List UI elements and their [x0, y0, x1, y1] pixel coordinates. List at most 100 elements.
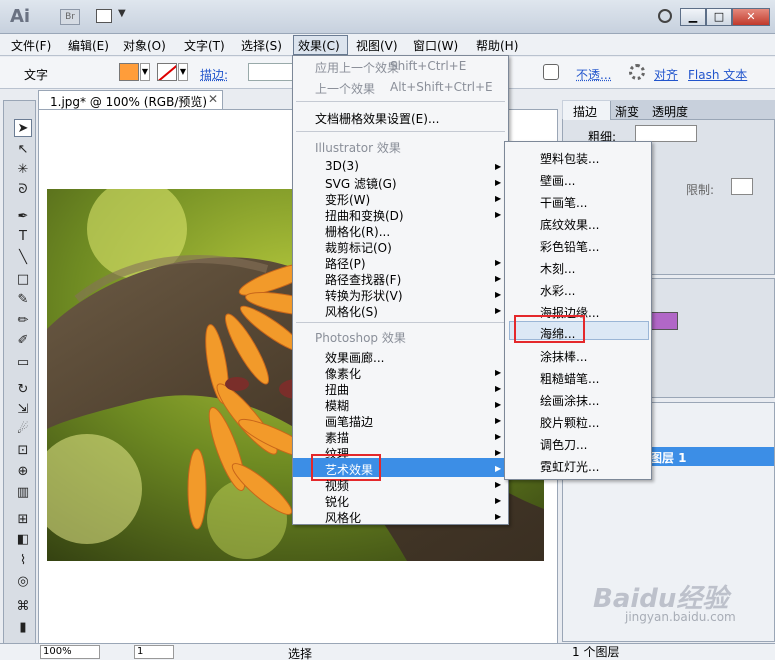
fill-color-swatch[interactable] — [119, 63, 139, 81]
submenu-palette-knife[interactable]: 调色刀... — [540, 436, 587, 453]
graph-tool-icon[interactable]: ▥ — [14, 484, 32, 502]
submenu-plastic-wrap[interactable]: 塑料包装... — [540, 150, 599, 167]
eyedropper-tool-icon[interactable]: ⌇ — [14, 552, 32, 570]
menu-help[interactable]: 帮助(H) — [476, 37, 518, 54]
submenu-underpainting[interactable]: 底纹效果... — [540, 216, 599, 233]
app-logo: Ai — [10, 6, 31, 27]
fill-dropdown[interactable]: ▼ — [140, 63, 150, 81]
menu-raster-settings[interactable]: 文档栅格效果设置(E)... — [315, 110, 439, 127]
free-transform-tool-icon[interactable]: ⊡ — [14, 442, 32, 460]
menu-select[interactable]: 选择(S) — [241, 37, 282, 54]
zoom-select[interactable]: 100% — [40, 645, 100, 659]
warp-tool-icon[interactable]: ☄ — [14, 421, 32, 439]
submenu-smudge-stick[interactable]: 涂抹棒... — [540, 348, 587, 365]
submenu-neon-glow[interactable]: 霓虹灯光... — [540, 458, 599, 475]
menu-crop-marks[interactable]: 裁剪标记(O) — [325, 239, 392, 256]
close-button[interactable]: ✕ — [732, 8, 770, 26]
weight-input[interactable] — [635, 125, 697, 142]
submenu-film-grain[interactable]: 胶片颗粒... — [540, 414, 599, 431]
flash-text-link[interactable]: Flash 文本 — [688, 66, 747, 83]
stroke-weight-input[interactable] — [248, 63, 294, 81]
artboard-number-input[interactable]: 1 — [134, 645, 174, 659]
menu-pixelate[interactable]: 像素化 — [325, 365, 361, 382]
menu-type[interactable]: 文字(T) — [184, 37, 225, 54]
paintbrush-tool-icon[interactable]: ✎ — [14, 291, 32, 309]
menu-rasterize[interactable]: 栅格化(R)... — [325, 223, 390, 240]
minimize-button[interactable]: ▁ — [680, 8, 706, 26]
style-icon[interactable] — [543, 64, 559, 80]
bridge-button[interactable]: Br — [60, 9, 80, 25]
menu-video[interactable]: 视频 — [325, 477, 349, 494]
align-link[interactable]: 对齐 — [654, 66, 678, 83]
search-icon[interactable] — [658, 9, 672, 23]
menu-stylize-ai[interactable]: 风格化(S) — [325, 303, 378, 320]
tab-transparency[interactable]: 透明度 — [652, 103, 688, 120]
symbol-sprayer-tool-icon[interactable]: ⌘ — [14, 598, 32, 616]
submenu-colored-pencil[interactable]: 彩色铅笔... — [540, 238, 599, 255]
chevron-down-icon[interactable]: ▼ — [118, 8, 126, 19]
menu-effect-gallery[interactable]: 效果画廊... — [325, 349, 384, 366]
stroke-label[interactable]: 描边: — [200, 66, 228, 83]
menu-pathfinder[interactable]: 路径查找器(F) — [325, 271, 401, 288]
selection-tool-icon[interactable]: ➤ — [14, 119, 32, 137]
menu-view[interactable]: 视图(V) — [356, 37, 398, 54]
menu-sketch[interactable]: 素描 — [325, 429, 349, 446]
chevron-right-icon: ▶ — [495, 306, 502, 315]
maximize-button[interactable]: □ — [706, 8, 732, 26]
menu-3d[interactable]: 3D(3) — [325, 159, 359, 173]
watermark-url: jingyan.baidu.com — [625, 610, 736, 624]
gradient-tool-icon[interactable]: ◧ — [14, 531, 32, 549]
arrange-documents-icon[interactable] — [96, 9, 112, 23]
pencil-tool-icon[interactable]: ✏ — [14, 312, 32, 330]
menu-blur[interactable]: 模糊 — [325, 397, 349, 414]
menu-svg-filters[interactable]: SVG 滤镜(G) — [325, 175, 397, 192]
submenu-dry-brush[interactable]: 干画笔... — [540, 194, 587, 211]
gear-icon[interactable] — [629, 64, 645, 80]
type-tool-icon[interactable]: T — [14, 228, 32, 246]
submenu-rough-pastels[interactable]: 粗糙蜡笔... — [540, 370, 599, 387]
menu-window[interactable]: 窗口(W) — [413, 37, 458, 54]
menu-object[interactable]: 对象(O) — [123, 37, 166, 54]
close-icon[interactable]: ✕ — [208, 92, 218, 106]
menu-edit[interactable]: 编辑(E) — [68, 37, 109, 54]
menu-path[interactable]: 路径(P) — [325, 255, 366, 272]
limit-input[interactable] — [731, 178, 753, 195]
submenu-cutout[interactable]: 木刻... — [540, 260, 575, 277]
submenu-fresco[interactable]: 壁画... — [540, 172, 575, 189]
lasso-tool-icon[interactable]: ᘐ — [14, 181, 32, 199]
stroke-color-swatch[interactable] — [157, 63, 177, 81]
opacity-label[interactable]: 不透... — [576, 66, 611, 83]
chevron-right-icon: ▶ — [495, 512, 502, 521]
pen-tool-icon[interactable]: ✒ — [14, 208, 32, 226]
tab-gradient[interactable]: 渐变 — [615, 103, 639, 120]
menu-sharpen[interactable]: 锐化 — [325, 493, 349, 510]
submenu-paint-daubs[interactable]: 绘画涂抹... — [540, 392, 599, 409]
direct-selection-tool-icon[interactable]: ↖ — [14, 141, 32, 159]
menu-warp[interactable]: 变形(W) — [325, 191, 370, 208]
menu-brush-strokes[interactable]: 画笔描边 — [325, 413, 373, 430]
rotate-tool-icon[interactable]: ↻ — [14, 381, 32, 399]
eraser-tool-icon[interactable]: ▭ — [14, 354, 32, 372]
chevron-right-icon: ▶ — [495, 194, 502, 203]
column-graph-tool-icon[interactable]: ▮ — [14, 619, 32, 637]
blob-brush-tool-icon[interactable]: ✐ — [14, 332, 32, 350]
tab-stroke[interactable]: 描边 — [573, 103, 597, 120]
menu-effect[interactable]: 效果(C) — [298, 37, 340, 54]
magic-wand-tool-icon[interactable]: ✳ — [14, 161, 32, 179]
menu-stylize-ps[interactable]: 风格化 — [325, 509, 361, 526]
mesh-tool-icon[interactable]: ⊞ — [14, 511, 32, 529]
rectangle-tool-icon[interactable]: □ — [14, 271, 32, 289]
stroke-dropdown[interactable]: ▼ — [178, 63, 188, 81]
chevron-right-icon: ▶ — [495, 258, 502, 267]
chevron-right-icon: ▶ — [495, 162, 502, 171]
line-tool-icon[interactable]: ╲ — [14, 249, 32, 267]
color-swatch[interactable] — [648, 312, 678, 330]
menu-convert-to-shape[interactable]: 转换为形状(V) — [325, 287, 403, 304]
menu-distort[interactable]: 扭曲 — [325, 381, 349, 398]
menu-distort-transform[interactable]: 扭曲和变换(D) — [325, 207, 404, 224]
menu-file[interactable]: 文件(F) — [11, 37, 51, 54]
submenu-watercolor[interactable]: 水彩... — [540, 282, 575, 299]
scale-tool-icon[interactable]: ⇲ — [14, 401, 32, 419]
shape-builder-tool-icon[interactable]: ⊕ — [14, 463, 32, 481]
blend-tool-icon[interactable]: ◎ — [14, 573, 32, 591]
